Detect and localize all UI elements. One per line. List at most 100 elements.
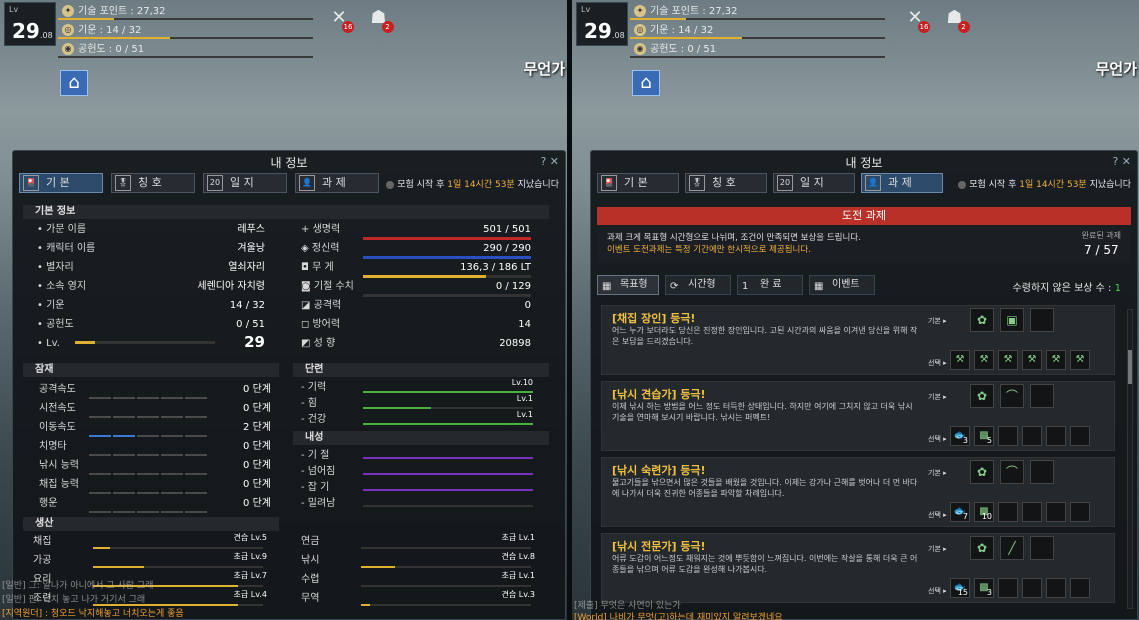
resist-row: - 잡 기 bbox=[301, 481, 533, 495]
tab-challenge[interactable]: 👤 과 제 bbox=[861, 173, 943, 193]
potential-segment bbox=[113, 511, 135, 513]
grid-icon: ▦ bbox=[602, 281, 612, 292]
stat-row: ◘ 무 게 136,3 / 186 LT bbox=[301, 261, 531, 275]
life-skill-value: 견습 Lv.8 bbox=[501, 552, 535, 561]
alert-icon[interactable]: ☗ 2 bbox=[366, 5, 394, 33]
tab-event[interactable]: ▦ 이벤트 bbox=[809, 275, 875, 295]
choice-reward-slot[interactable] bbox=[1070, 426, 1090, 446]
choice-reward-slot[interactable] bbox=[1046, 502, 1066, 522]
tab-basic[interactable]: 🎴 기 본 bbox=[19, 173, 103, 193]
tab-time[interactable]: ⟳ 시간형 bbox=[665, 275, 731, 295]
basic-reward-slot[interactable]: ⌒ bbox=[1000, 460, 1024, 484]
quest-card[interactable]: [낚시 숙련가] 등극! 물고기들을 낚으면서 많은 것들을 배웠을 것입니다. … bbox=[601, 457, 1115, 527]
basic-reward-slot[interactable]: ✿ bbox=[970, 460, 994, 484]
skill-tree-icon[interactable]: ✕ 16 bbox=[326, 5, 354, 33]
choice-reward-slot[interactable] bbox=[998, 502, 1018, 522]
potential-segment bbox=[137, 416, 159, 418]
basic-info-header: 기본 정보 bbox=[23, 205, 549, 219]
stat-label-text: 성 향 bbox=[313, 338, 336, 349]
basic-reward-slot[interactable]: ▣ bbox=[1000, 308, 1024, 332]
help-icon[interactable]: ? bbox=[540, 155, 546, 168]
choice-reward-slot[interactable]: ⚒ bbox=[998, 350, 1018, 370]
choice-reward-slot[interactable] bbox=[1022, 578, 1042, 598]
choice-reward-slot[interactable] bbox=[1022, 426, 1042, 446]
choice-reward-label: 선택 ▸ bbox=[928, 359, 947, 367]
basic-reward-slot[interactable]: ⌒ bbox=[1000, 384, 1024, 408]
right-screen: Lv 29 .08 ✦ 기술 포인트 : 27,32 ◎ 기운 : 14 / 32 … bbox=[572, 0, 1139, 620]
choice-reward-slot[interactable]: ⚒ bbox=[1022, 350, 1042, 370]
choice-reward-slot[interactable] bbox=[1046, 426, 1066, 446]
tab-challenge[interactable]: 👤 과 제 bbox=[295, 173, 379, 193]
quest-card[interactable]: [채집 장인] 등극! 어느 누가 보더라도 당신은 진정한 장인입니다. 고된 … bbox=[601, 305, 1115, 375]
home-icon[interactable]: ⌂ bbox=[60, 70, 88, 96]
stat-row: ◈ 정신력 290 / 290 bbox=[301, 242, 531, 256]
choice-reward-slot[interactable] bbox=[1046, 578, 1066, 598]
quest-scrollbar[interactable] bbox=[1127, 309, 1133, 609]
hud-stats: ✦ 기술 포인트 : 27,32 ◎ 기운 : 14 / 32 ◉ 공헌도 : 0 /… bbox=[58, 2, 318, 59]
choice-reward-qty: 3 bbox=[986, 588, 992, 597]
basic-reward-slot[interactable] bbox=[1030, 460, 1054, 484]
basic-reward-slot[interactable] bbox=[1030, 308, 1054, 332]
choice-reward-slot[interactable]: ▩ 5 bbox=[974, 426, 994, 446]
potential-segment bbox=[161, 473, 183, 475]
tab-journal[interactable]: 20 일 지 bbox=[773, 173, 855, 193]
tab-basic[interactable]: 🎴 기 본 bbox=[597, 173, 679, 193]
quest-card[interactable]: [낚시 견습가] 등극! 이제 낚시 하는 방법을 어느 정도 터득한 상태입니다… bbox=[601, 381, 1115, 451]
tab-journal[interactable]: 20 일 지 bbox=[203, 173, 287, 193]
choice-reward-slot[interactable]: ⚒ bbox=[1070, 350, 1090, 370]
potential-segment bbox=[161, 435, 183, 437]
skill-tree-icon[interactable]: ✕ 16 bbox=[902, 5, 930, 33]
basic-reward-slot[interactable] bbox=[1030, 384, 1054, 408]
choice-reward-slot[interactable] bbox=[1070, 578, 1090, 598]
life-skill-value: 초급 Lv.9 bbox=[233, 552, 267, 561]
choice-reward-slot[interactable] bbox=[998, 426, 1018, 446]
tab-complete[interactable]: 1완 료 bbox=[737, 275, 803, 295]
resist-label: - 기 절 bbox=[301, 450, 330, 461]
contribution-line: ◉ 공헌도 : 0 / 51 bbox=[630, 40, 890, 59]
region-name: 무언가 bbox=[523, 60, 565, 78]
quest-card[interactable]: [낚시 전문가] 등극! 어류 도감이 어느정도 채워지는 것에 뿌듯함이 느껴집… bbox=[601, 533, 1115, 603]
potential-segment bbox=[185, 473, 207, 475]
choice-reward-slot[interactable]: ⚒ bbox=[950, 350, 970, 370]
basic-reward-slot[interactable]: ✿ bbox=[970, 384, 994, 408]
my-info-panel: 내 정보 ? ✕ 🎴 기 본 🎖 칭 호 20 일 지 👤 과 제 모험 시작 후 1일… bbox=[590, 150, 1138, 620]
hud-stats: ✦ 기술 포인트 : 27,32 ◎ 기운 : 14 / 32 ◉ 공헌도 : 0 /… bbox=[630, 2, 890, 59]
tab-title[interactable]: 🎖 칭 호 bbox=[111, 173, 195, 193]
alert-icon[interactable]: ☗ 2 bbox=[942, 5, 970, 33]
home-icon[interactable]: ⌂ bbox=[632, 70, 660, 96]
choice-reward-slot[interactable] bbox=[1022, 502, 1042, 522]
close-icon[interactable]: ✕ bbox=[550, 155, 559, 168]
choice-reward-slot[interactable] bbox=[1070, 502, 1090, 522]
help-icon[interactable]: ? bbox=[1112, 155, 1118, 168]
energy-icon: ◎ bbox=[62, 24, 74, 36]
close-icon[interactable]: ✕ bbox=[1122, 155, 1131, 168]
basic-reward-slot[interactable] bbox=[1030, 536, 1054, 560]
basic-reward-slot[interactable]: ✿ bbox=[970, 308, 994, 332]
chat-line-2: [World] 나비가 무엇(고)하는데 재미있지 알려보겠네요 bbox=[574, 613, 783, 620]
life-skill-value: 초급 Lv.7 bbox=[233, 571, 267, 580]
tab-goal[interactable]: ▦ 목표형 bbox=[597, 275, 659, 295]
life-skill-label: 수렵 bbox=[301, 574, 320, 585]
stat-value: 501 / 501 bbox=[483, 224, 531, 235]
person-icon: 👤 bbox=[865, 175, 881, 191]
choice-reward-slot[interactable]: ▩ 3 bbox=[974, 578, 994, 598]
choice-reward-slot[interactable]: ▩ 10 bbox=[974, 502, 994, 522]
choice-reward-slot[interactable] bbox=[998, 578, 1018, 598]
basic-reward-slot[interactable]: ✿ bbox=[970, 536, 994, 560]
choice-reward-slot[interactable]: 🐟 7 bbox=[950, 502, 970, 522]
choice-reward-slot[interactable]: ⚒ bbox=[1046, 350, 1066, 370]
stat-bar bbox=[363, 256, 531, 259]
choice-reward-slot[interactable]: 🐟 3 bbox=[950, 426, 970, 446]
basic-reward-slot[interactable]: ╱ bbox=[1000, 536, 1024, 560]
completed-count: 완료된 과제 7 / 57 bbox=[1081, 231, 1121, 257]
life-skill-value: 초급 Lv.4 bbox=[233, 590, 267, 599]
potential-segment bbox=[137, 473, 159, 475]
tab-title[interactable]: 🎖 칭 호 bbox=[685, 173, 767, 193]
choice-reward-label: 선택 ▸ bbox=[928, 435, 947, 443]
choice-reward-slot[interactable]: 🐟 15 bbox=[950, 578, 970, 598]
panel-tabs: 🎴 기 본 🎖 칭 호 20 일 지 👤 과 제 모험 시작 후 1일 14시간 53분… bbox=[19, 173, 559, 195]
life-skill-bar bbox=[361, 547, 531, 549]
row-value: 29 bbox=[244, 333, 265, 351]
potential-label: 공격속도 bbox=[39, 384, 76, 395]
choice-reward-slot[interactable]: ⚒ bbox=[974, 350, 994, 370]
